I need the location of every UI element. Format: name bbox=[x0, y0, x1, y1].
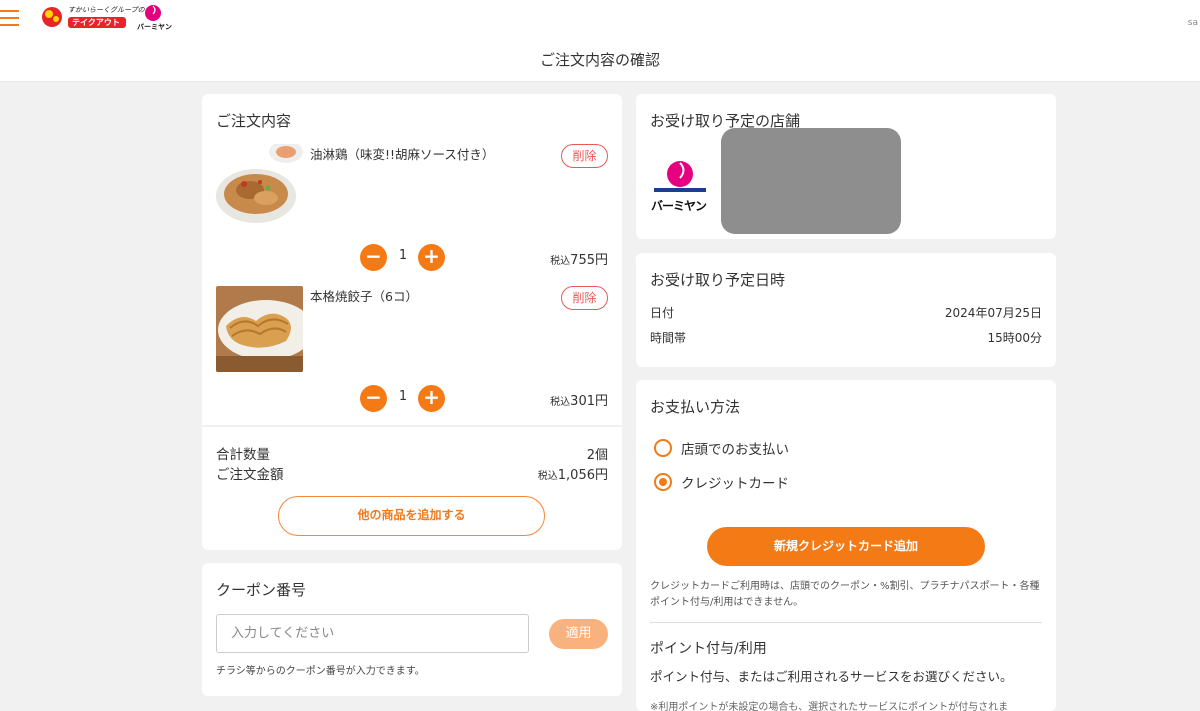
time-value: 15時00分 bbox=[987, 331, 1042, 345]
credit-card-note: クレジットカードご利用時は、店頭でのクーポン・%割引、プラチナパスポート・各種ポ… bbox=[650, 581, 1040, 608]
youlinji-image bbox=[216, 144, 303, 230]
tax-included-label: 税込 bbox=[550, 397, 571, 408]
tax-included-label: 税込 bbox=[550, 256, 571, 267]
total-quantity-label: 合計数量 bbox=[216, 447, 270, 463]
increase-quantity-button[interactable]: + bbox=[418, 385, 445, 412]
item-price-value: 755円 bbox=[570, 253, 608, 268]
radio-button-checked[interactable] bbox=[654, 473, 672, 491]
total-amount: 税込1,056円 bbox=[538, 464, 608, 483]
time-label: 時間帯 bbox=[650, 331, 687, 345]
add-credit-card-button[interactable]: 新規クレジットカード追加 bbox=[707, 527, 985, 566]
add-more-items-button[interactable]: 他の商品を追加する bbox=[278, 496, 545, 536]
delete-button[interactable]: 削除 bbox=[561, 286, 608, 310]
coupon-note: チラシ等からのクーポン番号が入力できます。 bbox=[216, 666, 425, 677]
quantity-value: 1 bbox=[398, 248, 408, 263]
point-section-description: ポイント付与、またはご利用されるサービスをお選びください。 bbox=[650, 669, 1013, 684]
coupon-input[interactable] bbox=[216, 614, 529, 653]
redacted-store-info bbox=[721, 128, 901, 234]
coupon-card: クーポン番号 適用 チラシ等からのクーポン番号が入力できます。 bbox=[202, 563, 622, 696]
date-label: 日付 bbox=[650, 306, 675, 320]
payment-card: お支払い方法 店頭でのお支払い クレジットカード 新規クレジットカード追加 クレ… bbox=[636, 380, 1056, 711]
divider bbox=[650, 622, 1042, 623]
page-title: ご注文内容の確認 bbox=[0, 40, 1200, 82]
store-logo-text: バーミヤン bbox=[651, 199, 707, 213]
gyoza-image bbox=[216, 286, 303, 372]
item-price: 税込301円 bbox=[550, 390, 608, 409]
bamiyan-store-logo: バーミヤン bbox=[650, 158, 710, 214]
tax-included-label: 税込 bbox=[537, 471, 558, 482]
order-card: ご注文内容 油淋鶏（味変!!胡麻ソース付き） 削除 − 1 + 税込755円 本… bbox=[202, 94, 622, 550]
decrease-quantity-button[interactable]: − bbox=[360, 244, 387, 271]
apply-coupon-button[interactable]: 適用 bbox=[549, 619, 608, 649]
total-amount-label: ご注文金額 bbox=[216, 467, 284, 483]
total-quantity-value: 2個 bbox=[586, 448, 608, 463]
decrease-quantity-button[interactable]: − bbox=[360, 385, 387, 412]
divider bbox=[202, 425, 622, 427]
total-amount-value: 1,056円 bbox=[557, 468, 608, 483]
top-bar: すかいらーくグループの テイクアウト バーミヤン sa bbox=[0, 0, 1200, 40]
delete-button[interactable]: 削除 bbox=[561, 144, 608, 168]
store-card: お受け取り予定の店舗 バーミヤン bbox=[636, 94, 1056, 239]
payment-title: お支払い方法 bbox=[650, 398, 741, 416]
quantity-value: 1 bbox=[398, 389, 408, 404]
bamiyan-logo-text: バーミヤン bbox=[137, 23, 172, 31]
item-price: 税込755円 bbox=[550, 249, 608, 268]
brand-top-text: すかいらーくグループの bbox=[68, 6, 145, 14]
bamiyan-logo[interactable]: バーミヤン bbox=[136, 4, 172, 32]
point-section-title: ポイント付与/利用 bbox=[650, 641, 767, 657]
payment-option-label: クレジットカード bbox=[681, 476, 789, 492]
pickup-datetime-card: お受け取り予定日時 日付 2024年07月25日 時間帯 15時00分 bbox=[636, 253, 1056, 367]
brand-takeout-text: テイクアウト bbox=[72, 18, 120, 27]
skylark-takeout-logo[interactable]: すかいらーくグループの テイクアウト bbox=[40, 4, 145, 30]
hamburger-menu-icon[interactable] bbox=[0, 10, 20, 28]
item-name: 油淋鶏（味変!!胡麻ソース付き） bbox=[310, 147, 495, 162]
increase-quantity-button[interactable]: + bbox=[418, 244, 445, 271]
pickup-title: お受け取り予定日時 bbox=[650, 271, 786, 289]
payment-option-label: 店頭でのお支払い bbox=[681, 442, 789, 458]
order-title: ご注文内容 bbox=[216, 112, 292, 130]
coupon-title: クーポン番号 bbox=[216, 581, 307, 599]
item-price-value: 301円 bbox=[570, 394, 608, 409]
top-right-label: sa bbox=[1187, 18, 1198, 28]
point-section-note: ※利用ポイントが未設定の場合も、選択されたサービスにポイントが付与されま bbox=[650, 702, 1009, 711]
radio-button[interactable] bbox=[654, 439, 672, 457]
item-name: 本格焼餃子（6コ） bbox=[310, 289, 418, 304]
date-value: 2024年07月25日 bbox=[944, 306, 1042, 320]
